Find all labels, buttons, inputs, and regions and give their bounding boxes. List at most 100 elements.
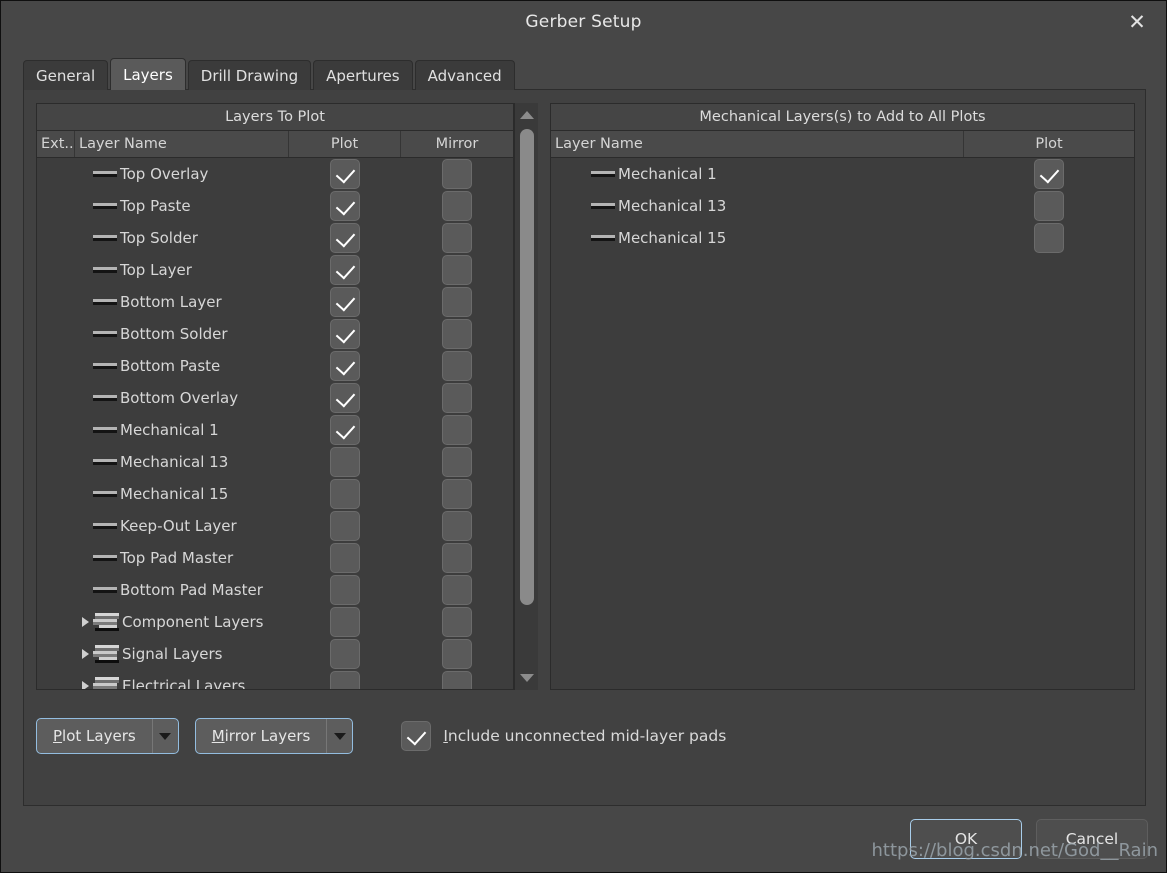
plot-checkbox[interactable] — [330, 543, 360, 573]
table-row[interactable]: Bottom Solder — [37, 318, 513, 350]
mirror-checkbox[interactable] — [442, 607, 472, 637]
mirror-checkbox[interactable] — [442, 671, 472, 689]
mirror-checkbox[interactable] — [442, 639, 472, 669]
tab-drill-drawing[interactable]: Drill Drawing — [187, 60, 312, 90]
scroll-up-arrow-icon[interactable] — [515, 105, 539, 125]
mirror-checkbox[interactable] — [442, 575, 472, 605]
plot-checkbox[interactable] — [330, 287, 360, 317]
plot-checkbox[interactable] — [330, 575, 360, 605]
table-row[interactable]: Component Layers — [37, 606, 513, 638]
scroll-down-arrow-icon[interactable] — [515, 668, 539, 688]
table-row[interactable]: Top Solder — [37, 222, 513, 254]
plot-layers-rest: lot Layers — [62, 727, 136, 745]
cell-plot — [289, 607, 401, 637]
plot-checkbox[interactable] — [330, 447, 360, 477]
plot-checkbox[interactable] — [330, 479, 360, 509]
mirror-layers-label[interactable]: Mirror Layers — [196, 719, 327, 753]
layer-color-line-icon — [93, 327, 117, 341]
cell-layer-name: Electrical Layers — [75, 676, 289, 689]
mechanical-layers-row-list[interactable]: Mechanical 1 Mechanical 13 Mechanical 15 — [551, 158, 1134, 689]
tab-general[interactable]: General — [23, 60, 109, 90]
table-row[interactable]: Mechanical 13 — [37, 446, 513, 478]
plot-checkbox[interactable] — [1034, 191, 1064, 221]
mirror-checkbox[interactable] — [442, 159, 472, 189]
column-header-plot[interactable]: Plot — [289, 131, 401, 157]
mirror-layers-button[interactable]: Mirror Layers — [194, 718, 354, 754]
table-row[interactable]: Mechanical 1 — [37, 414, 513, 446]
mirror-checkbox[interactable] — [442, 287, 472, 317]
scrollbar-thumb[interactable] — [520, 129, 534, 605]
table-row[interactable]: Top Pad Master — [37, 542, 513, 574]
mirror-checkbox[interactable] — [442, 383, 472, 413]
ok-button[interactable]: OK — [910, 819, 1022, 859]
table-row[interactable]: Mechanical 15 — [551, 222, 1134, 254]
table-row[interactable]: Mechanical 13 — [551, 190, 1134, 222]
plot-checkbox[interactable] — [330, 191, 360, 221]
table-row[interactable]: Mechanical 15 — [37, 478, 513, 510]
plot-checkbox[interactable] — [1034, 159, 1064, 189]
mirror-checkbox[interactable] — [442, 255, 472, 285]
chevron-down-icon[interactable] — [151, 719, 178, 753]
row-indent-spacer — [77, 422, 93, 438]
table-row[interactable]: Bottom Layer — [37, 286, 513, 318]
layers-to-plot-row-list[interactable]: Top Overlay Top Paste Top Solder Top Layer B… — [37, 158, 513, 689]
table-row[interactable]: Keep-Out Layer — [37, 510, 513, 542]
plot-checkbox[interactable] — [330, 639, 360, 669]
row-indent-spacer — [77, 518, 93, 534]
expand-triangle-icon[interactable] — [77, 678, 93, 689]
plot-checkbox[interactable] — [330, 383, 360, 413]
plot-checkbox[interactable] — [330, 223, 360, 253]
include-unconnected-mid-layer-pads-row[interactable]: Include unconnected mid-layer pads — [401, 721, 726, 751]
tab-apertures[interactable]: Apertures — [313, 60, 413, 90]
cancel-button[interactable]: Cancel — [1036, 819, 1148, 859]
plot-checkbox[interactable] — [1034, 223, 1064, 253]
table-row[interactable]: Bottom Overlay — [37, 382, 513, 414]
mirror-layers-rest: irror Layers — [224, 727, 311, 745]
table-row[interactable]: Mechanical 1 — [551, 158, 1134, 190]
plot-checkbox[interactable] — [330, 351, 360, 381]
mirror-checkbox[interactable] — [442, 479, 472, 509]
include-mid-layer-pads-checkbox[interactable] — [401, 721, 432, 751]
mirror-checkbox[interactable] — [442, 319, 472, 349]
mirror-checkbox[interactable] — [442, 511, 472, 541]
table-row[interactable]: Bottom Paste — [37, 350, 513, 382]
mirror-checkbox[interactable] — [442, 415, 472, 445]
table-row[interactable]: Top Paste — [37, 190, 513, 222]
mirror-checkbox[interactable] — [442, 223, 472, 253]
plot-layers-label[interactable]: Plot Layers — [37, 719, 152, 753]
plot-checkbox[interactable] — [330, 159, 360, 189]
plot-checkbox[interactable] — [330, 671, 360, 689]
tab-advanced[interactable]: Advanced — [414, 60, 515, 90]
column-header-ext[interactable]: Ext... — [37, 131, 75, 157]
plot-layers-button[interactable]: Plot Layers — [36, 718, 179, 754]
layers-to-plot-area: Layers To Plot Ext... Layer Name Plot Mi… — [36, 103, 538, 690]
column-header-layer-name[interactable]: Layer Name — [75, 131, 289, 157]
plot-checkbox[interactable] — [330, 511, 360, 541]
mirror-checkbox[interactable] — [442, 191, 472, 221]
mirror-checkbox[interactable] — [442, 543, 472, 573]
column-header-layer-name-right[interactable]: Layer Name — [551, 131, 964, 157]
plot-checkbox[interactable] — [330, 607, 360, 637]
tab-label: Layers — [123, 65, 173, 84]
plot-checkbox[interactable] — [330, 415, 360, 445]
chevron-down-icon[interactable] — [326, 719, 352, 753]
layers-list-scrollbar[interactable] — [514, 103, 538, 690]
mirror-checkbox[interactable] — [442, 351, 472, 381]
table-row[interactable]: Top Overlay — [37, 158, 513, 190]
row-indent-spacer — [77, 230, 93, 246]
column-header-mirror[interactable]: Mirror — [401, 131, 513, 157]
close-icon[interactable]: ✕ — [1118, 5, 1156, 39]
mirror-checkbox[interactable] — [442, 447, 472, 477]
plot-checkbox[interactable] — [330, 255, 360, 285]
cell-mirror — [401, 319, 513, 349]
plot-checkbox[interactable] — [330, 319, 360, 349]
column-header-plot-right[interactable]: Plot — [964, 131, 1134, 157]
table-row[interactable]: Signal Layers — [37, 638, 513, 670]
expand-triangle-icon[interactable] — [77, 646, 93, 662]
expand-triangle-icon[interactable] — [77, 614, 93, 630]
table-row[interactable]: Bottom Pad Master — [37, 574, 513, 606]
table-row[interactable]: Top Layer — [37, 254, 513, 286]
table-row[interactable]: Electrical Layers — [37, 670, 513, 689]
tab-layers[interactable]: Layers — [110, 58, 186, 90]
panels-container: Layers To Plot Ext... Layer Name Plot Mi… — [36, 103, 1135, 703]
